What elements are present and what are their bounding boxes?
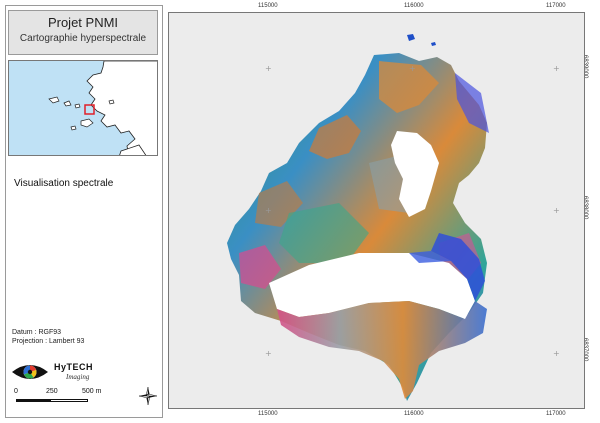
projection-line: Projection : Lambert 93 (12, 338, 85, 345)
hyperspectral-map: + + + + + + + (227, 34, 560, 401)
grid-cross: + (265, 349, 272, 358)
x-label-top-1: 115000 (258, 3, 278, 9)
scale-label-500: 500 m (82, 388, 102, 395)
grid-cross: + (409, 64, 416, 73)
grid-cross: + (265, 206, 272, 215)
x-label-bottom-2: 116000 (404, 411, 424, 417)
scale-bar: 0 250 500 m (12, 388, 112, 408)
inset-map-drawing (9, 61, 157, 155)
hytech-logo: HyTECH Imaging (10, 360, 120, 386)
page-title: Projet PNMI (47, 15, 119, 30)
map-view[interactable]: + + + + + + + (168, 12, 585, 409)
page-subtitle: Cartographie hyperspectrale (19, 33, 147, 44)
x-label-bottom-3: 117000 (546, 411, 566, 417)
x-label-top-3: 117000 (546, 3, 566, 9)
x-label-bottom-1: 115000 (258, 411, 278, 417)
scale-segment-dark (16, 399, 50, 402)
north-arrow-icon (138, 386, 158, 406)
eye-logo-icon (12, 365, 48, 379)
grid-cross: + (553, 64, 560, 73)
layer-label: Visualisation spectrale (14, 178, 114, 189)
islet (407, 34, 415, 41)
scale-segment-light (50, 399, 88, 402)
grid-cross: + (553, 206, 560, 215)
datum-line: Datum : RGF93 (12, 329, 62, 336)
x-label-top-2: 116000 (404, 3, 424, 9)
grid-cross: + (553, 349, 560, 358)
location-inset-map (8, 60, 158, 156)
brand-tagline: Imaging (66, 373, 90, 381)
islet (431, 42, 436, 46)
brand-name: HyTECH (54, 362, 94, 372)
scale-label-0: 0 (14, 388, 18, 395)
north-arrow (138, 386, 158, 406)
grid-cross: + (265, 64, 272, 73)
scale-label-250: 250 (46, 388, 58, 395)
datum-info: Datum : RGF93 Projection : Lambert 93 (12, 328, 84, 346)
title-box: Projet PNMI Cartographie hyperspectrale (8, 10, 158, 55)
